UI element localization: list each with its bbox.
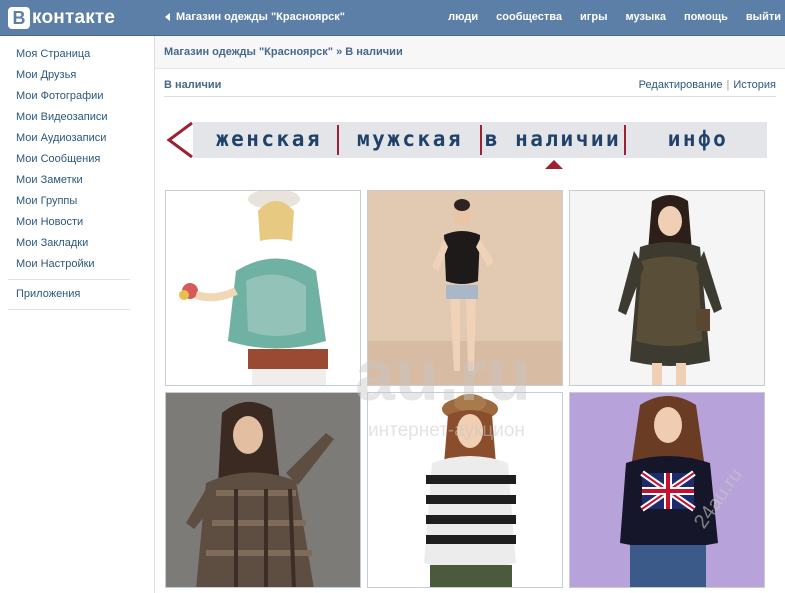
section-title: В наличии [164, 79, 222, 91]
tab-in-stock[interactable]: в наличии [483, 122, 623, 158]
photo-thumb[interactable] [569, 190, 765, 386]
menu-my-page[interactable]: Моя Страница [8, 44, 130, 65]
vk-logo[interactable]: В контакте [8, 6, 115, 30]
menu-my-photos[interactable]: Мои Фотографии [8, 86, 130, 107]
tab-divider [337, 125, 339, 155]
menu-my-friends[interactable]: Мои Друзья [8, 65, 130, 86]
main-content: Магазин одежды "Красноярск" » В наличии … [154, 36, 785, 593]
tab-women[interactable]: женская [203, 122, 335, 158]
menu-my-audio[interactable]: Мои Аудиозаписи [8, 128, 130, 149]
back-arrow-icon [165, 13, 170, 21]
photo-thumb[interactable] [165, 392, 361, 588]
nav-help[interactable]: помощь [684, 11, 728, 23]
logo-text: контакте [32, 7, 116, 28]
nav-games[interactable]: игры [580, 11, 607, 23]
menu-my-settings[interactable]: Мои Настройки [8, 254, 130, 275]
chevron-left-icon[interactable] [165, 120, 195, 160]
category-tabs: женская мужская в наличии инфо [165, 120, 767, 169]
breadcrumb-current: В наличии [345, 46, 403, 58]
nav-communities[interactable]: сообщества [496, 11, 562, 23]
menu-my-videos[interactable]: Мои Видеозаписи [8, 107, 130, 128]
menu-divider-bottom [8, 309, 130, 310]
edit-link[interactable]: Редактирование [639, 79, 723, 91]
photo-thumb[interactable] [367, 190, 563, 386]
left-menu: Моя Страница Мои Друзья Мои Фотографии М… [8, 44, 130, 314]
menu-my-messages[interactable]: Мои Сообщения [8, 149, 130, 170]
tab-divider [624, 125, 626, 155]
breadcrumb-group-link[interactable]: Магазин одежды "Красноярск" [164, 46, 333, 58]
breadcrumb: Магазин одежды "Красноярск" » В наличии [155, 36, 785, 69]
breadcrumb-separator: » [336, 46, 343, 58]
nav-logout[interactable]: выйти [746, 11, 781, 23]
menu-apps[interactable]: Приложения [8, 284, 130, 305]
tab-info[interactable]: инфо [635, 122, 761, 158]
top-header: В контакте Магазин одежды "Красноярск" л… [0, 0, 785, 36]
nav-music[interactable]: музыка [625, 11, 665, 23]
header-back-label: Магазин одежды "Красноярск" [176, 11, 346, 23]
menu-my-news[interactable]: Мои Новости [8, 212, 130, 233]
link-divider: | [726, 79, 730, 91]
photo-thumb[interactable] [569, 392, 765, 588]
photo-thumb[interactable] [165, 190, 361, 386]
nav-people[interactable]: люди [448, 11, 478, 23]
section-links: Редактирование | История [639, 79, 776, 91]
menu-divider [8, 279, 130, 280]
menu-my-bookmarks[interactable]: Мои Закладки [8, 233, 130, 254]
history-link[interactable]: История [733, 79, 776, 91]
tab-divider [480, 125, 482, 155]
top-nav: люди сообщества игры музыка помощь выйти [430, 11, 781, 23]
menu-my-notes[interactable]: Мои Заметки [8, 170, 130, 191]
photo-thumb[interactable] [367, 392, 563, 588]
section-header: В наличии Редактирование | История [164, 79, 776, 97]
menu-my-groups[interactable]: Мои Группы [8, 191, 130, 212]
tab-men[interactable]: мужская [343, 122, 477, 158]
header-back-link[interactable]: Магазин одежды "Красноярск" [165, 11, 345, 23]
active-tab-marker-icon [545, 160, 563, 169]
logo-letter: В [8, 7, 30, 29]
